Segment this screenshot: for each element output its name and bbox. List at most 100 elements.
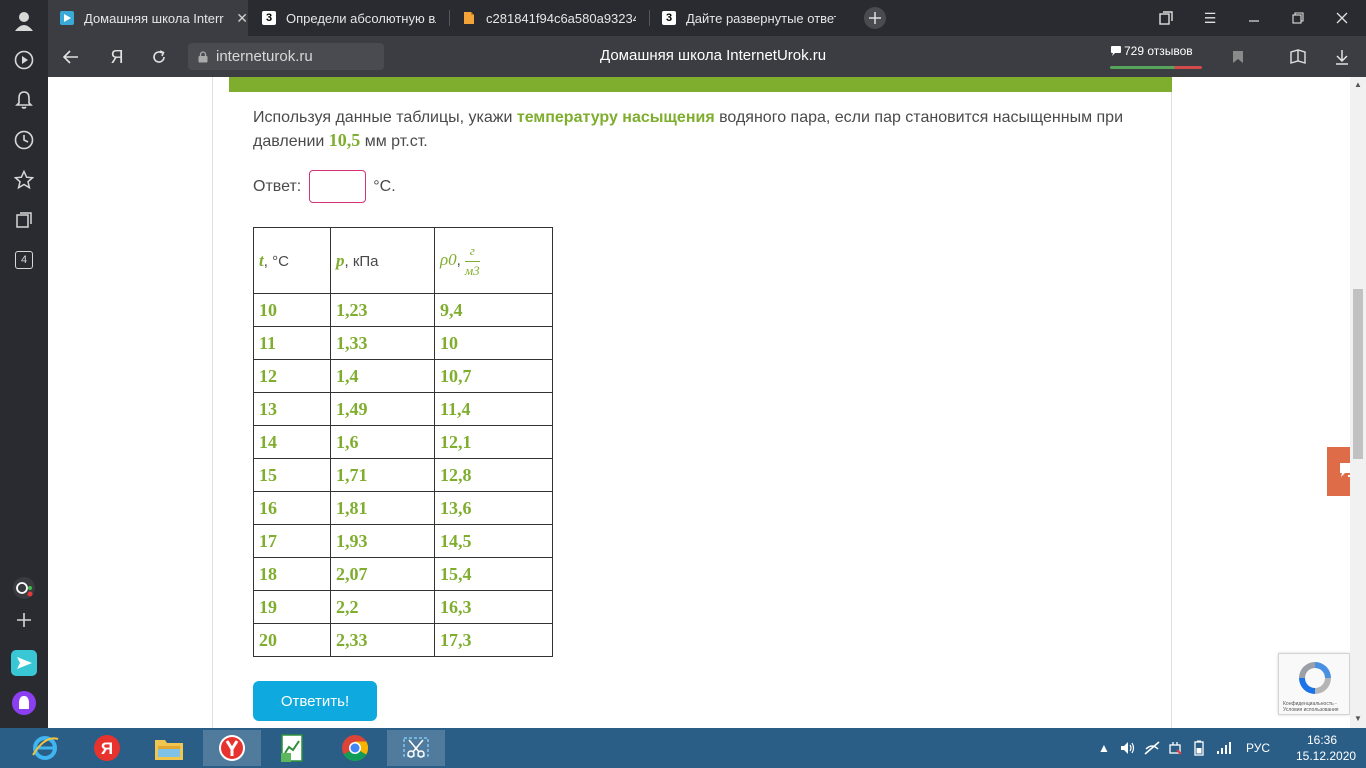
- browser-sidebar: 4: [0, 0, 48, 728]
- question-part: Используя данные таблицы, укажи: [253, 109, 517, 126]
- scrollbar-thumb[interactable]: [1353, 289, 1363, 459]
- tab-title: Определи абсолютную вл: [286, 10, 436, 26]
- file-explorer-icon[interactable]: [140, 730, 198, 766]
- fraction-denominator: м3: [464, 262, 480, 278]
- cell-density: 13,6: [434, 491, 553, 525]
- reload-icon[interactable]: [146, 44, 172, 70]
- submit-button[interactable]: Ответить!: [253, 681, 377, 721]
- znanija-logo-icon: 3: [262, 11, 276, 25]
- close-window-button[interactable]: [1320, 0, 1364, 36]
- cell-density: 14,5: [434, 524, 553, 558]
- alice-assistant-icon[interactable]: [9, 688, 39, 718]
- tab-title: Домашняя школа Interr: [84, 10, 224, 26]
- close-tab-icon[interactable]: ✕: [236, 10, 248, 27]
- cell-density: 12,8: [434, 458, 553, 492]
- recaptcha-text: Конфиденциальность - Условия использован…: [1283, 701, 1339, 713]
- clock-date: 15.12.2020: [1296, 749, 1357, 763]
- table-row: 20 2,33 17,3: [253, 623, 553, 657]
- network-icon[interactable]: [1144, 728, 1160, 768]
- url-field[interactable]: interneturok.ru: [188, 43, 384, 70]
- volume-icon[interactable]: [1120, 728, 1136, 768]
- reviews-badge[interactable]: 729 отзывов: [1110, 43, 1204, 69]
- signal-icon[interactable]: [1216, 728, 1232, 768]
- scroll-up-arrow[interactable]: ▲: [1354, 80, 1362, 89]
- cell-pressure: 1,93: [330, 524, 435, 558]
- tab-3[interactable]: c281841f94c6a580a932344: [450, 0, 648, 36]
- table-row: 15 1,71 12,8: [253, 458, 553, 492]
- tab-count-badge[interactable]: 4: [9, 245, 39, 275]
- header-sep: ,: [456, 251, 461, 269]
- header-pressure: p, кПа: [330, 227, 435, 294]
- cell-temperature: 17: [253, 524, 331, 558]
- bookmark-icon[interactable]: [1225, 44, 1251, 70]
- recaptcha-logo-icon: [1299, 662, 1331, 694]
- profile-icon[interactable]: [9, 6, 39, 36]
- cell-density: 10: [434, 326, 553, 360]
- tab-2[interactable]: 3 Определи абсолютную вл: [250, 0, 448, 36]
- show-hidden-icons[interactable]: ▲: [1098, 728, 1110, 768]
- chat-button[interactable]: [1327, 447, 1350, 496]
- collections-icon[interactable]: [9, 205, 39, 235]
- spreadsheet-app-icon[interactable]: [264, 730, 322, 766]
- snipping-tool-icon[interactable]: [387, 730, 445, 766]
- header-unit: , кПа: [344, 252, 379, 270]
- internet-explorer-icon[interactable]: [16, 730, 74, 766]
- usb-icon[interactable]: [1168, 728, 1182, 768]
- address-bar: Я interneturok.ru Домашняя школа Interne…: [48, 36, 1366, 77]
- tabs-panel-icon[interactable]: [1144, 0, 1188, 36]
- cell-temperature: 14: [253, 425, 331, 459]
- cell-density: 11,4: [434, 392, 553, 426]
- tab-active[interactable]: Домашняя школа Interr ✕: [48, 0, 248, 36]
- yandex-icon[interactable]: Я: [78, 730, 136, 766]
- recaptcha-badge[interactable]: Конфиденциальность - Условия использован…: [1278, 653, 1350, 715]
- cell-temperature: 16: [253, 491, 331, 525]
- cell-temperature: 12: [253, 359, 331, 393]
- density-unit-fraction: г м3: [464, 243, 480, 279]
- cell-temperature: 11: [253, 326, 331, 360]
- bell-icon[interactable]: [9, 85, 39, 115]
- history-clock-icon[interactable]: [9, 125, 39, 155]
- menu-icon[interactable]: ☰: [1188, 0, 1232, 36]
- back-arrow-icon[interactable]: [58, 44, 84, 70]
- znanija-logo-icon: 3: [662, 11, 676, 25]
- scroll-down-arrow[interactable]: ▼: [1354, 714, 1362, 723]
- battery-icon[interactable]: [1192, 728, 1206, 768]
- chrome-icon[interactable]: [326, 730, 384, 766]
- answer-unit: °C.: [373, 177, 396, 195]
- table-row: 10 1,23 9,4: [253, 293, 553, 327]
- cell-temperature: 13: [253, 392, 331, 426]
- answer-input[interactable]: [309, 170, 367, 203]
- vertical-scrollbar[interactable]: ▲ ▼: [1350, 77, 1366, 728]
- table-row: 19 2,2 16,3: [253, 590, 553, 624]
- reviews-count: 729 отзывов: [1124, 44, 1193, 58]
- add-panel-icon[interactable]: [9, 605, 39, 635]
- page-title: Домашняя школа InternetUrok.ru: [600, 47, 827, 64]
- yandex-logo-icon[interactable]: Я: [104, 44, 130, 70]
- tab-4[interactable]: 3 Дайте развернутые ответ: [650, 0, 848, 36]
- table-body: 10 1,23 9,4 11 1,33 10 12 1,4 10,7 13 1,49 11,4 14 1,…: [253, 293, 553, 657]
- language-indicator[interactable]: РУС: [1246, 728, 1270, 768]
- answer-row: Ответ: °C.: [253, 170, 396, 203]
- alice-camera-icon[interactable]: [9, 573, 39, 603]
- play-circle-icon[interactable]: [9, 45, 39, 75]
- tab-bar: Домашняя школа Interr ✕ 3 Определи абсол…: [48, 0, 1366, 36]
- table-row: 18 2,07 15,4: [253, 557, 553, 591]
- chat-bubbles-icon: [1340, 462, 1350, 477]
- restore-button[interactable]: [1276, 0, 1320, 36]
- bookmarks-star-icon[interactable]: [9, 165, 39, 195]
- table-row: 12 1,4 10,7: [253, 359, 553, 393]
- cell-pressure: 1,49: [330, 392, 435, 426]
- cell-density: 10,7: [434, 359, 553, 393]
- header-density: ρ0, г м3: [434, 227, 553, 294]
- messenger-app-icon[interactable]: [9, 648, 39, 678]
- rating-line: [1110, 66, 1202, 69]
- clock[interactable]: 16:36 15.12.2020: [1296, 732, 1357, 764]
- question-part: мм рт.ст.: [360, 133, 428, 150]
- new-tab-button[interactable]: [860, 0, 890, 36]
- collections-panel-icon[interactable]: [1285, 44, 1311, 70]
- minimize-button[interactable]: [1232, 0, 1276, 36]
- svg-text:Я: Я: [101, 739, 113, 758]
- table-row: 11 1,33 10: [253, 326, 553, 360]
- yandex-browser-icon[interactable]: [203, 730, 261, 766]
- download-icon[interactable]: [1329, 44, 1355, 70]
